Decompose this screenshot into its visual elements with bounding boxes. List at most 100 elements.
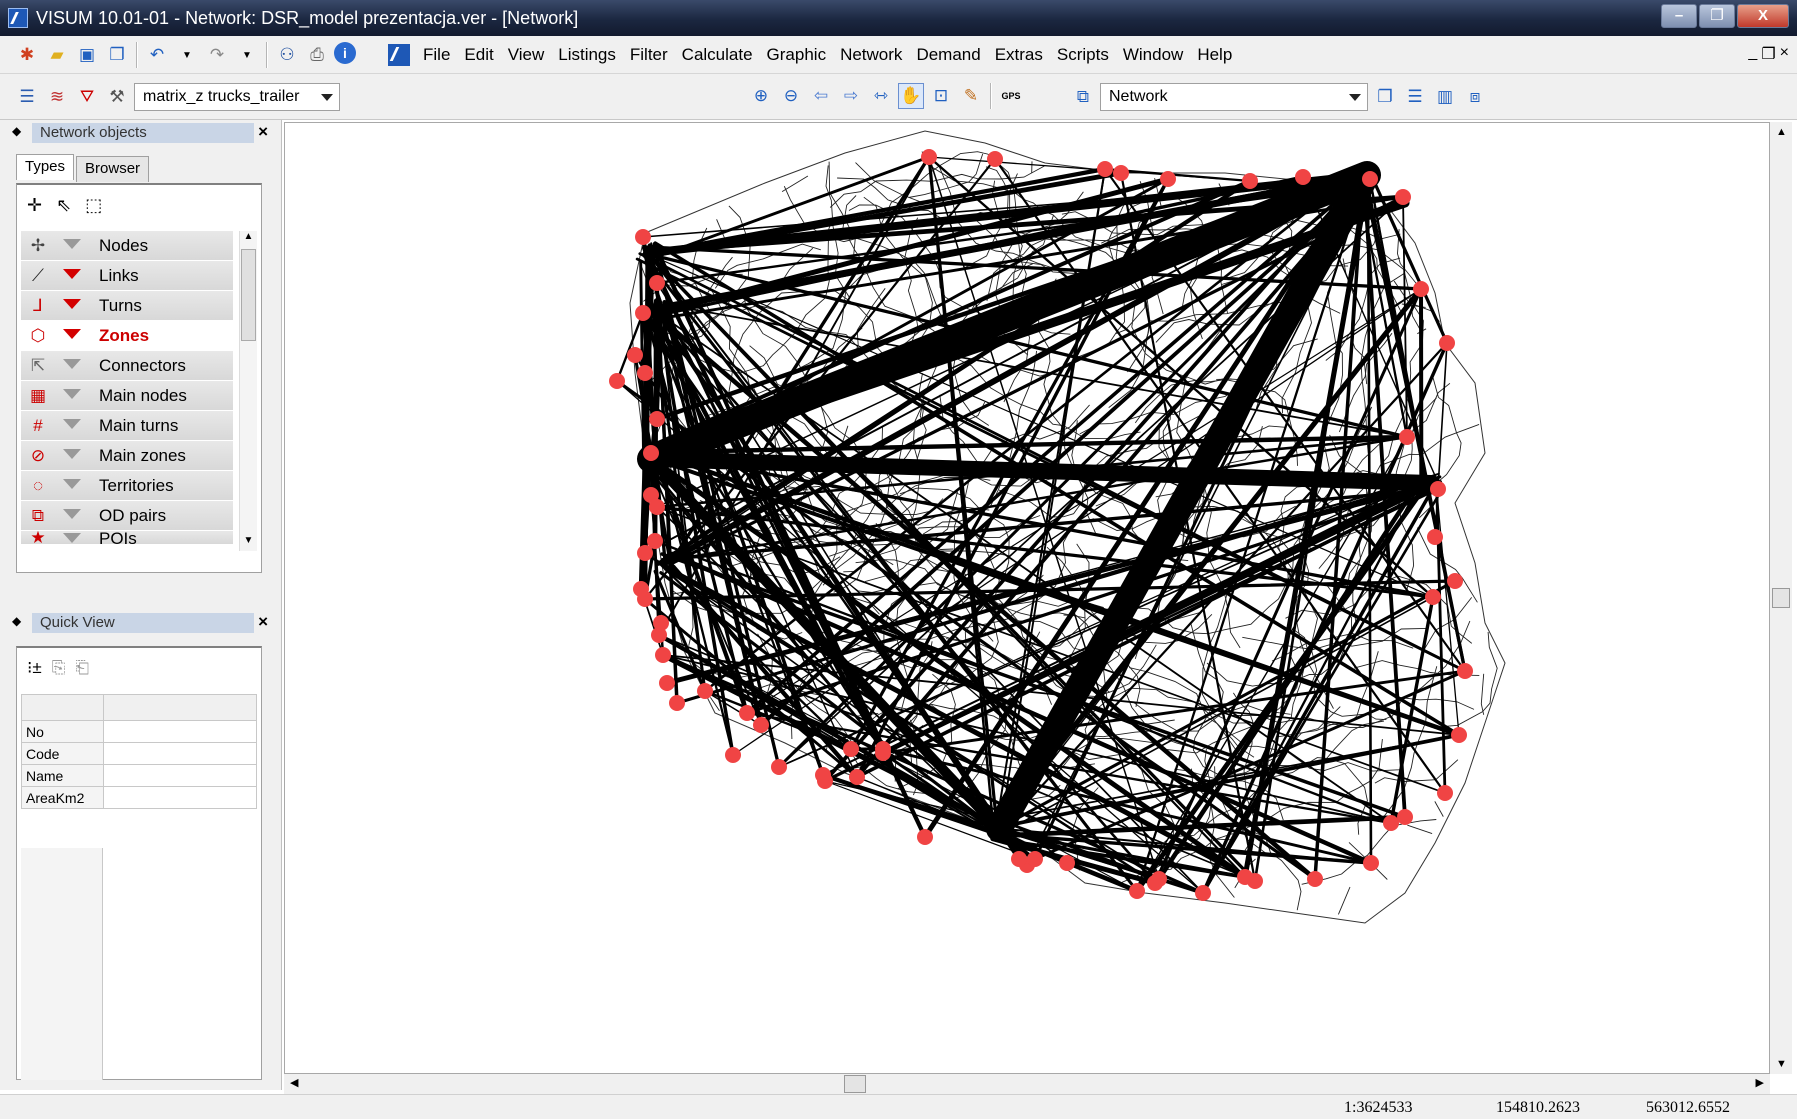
zone-marker[interactable]: [921, 149, 937, 165]
type-pois[interactable]: ★ POIs: [21, 531, 233, 545]
zone-marker[interactable]: [1237, 869, 1253, 885]
insert-cross-icon[interactable]: ✛: [27, 195, 42, 216]
cascade-windows-icon[interactable]: ❐: [1372, 84, 1398, 110]
select-rectangle-icon[interactable]: ⬚: [85, 195, 102, 216]
zone-marker[interactable]: [669, 695, 685, 711]
filter-icon[interactable]: [63, 479, 81, 489]
scroll-thumb[interactable]: [241, 249, 256, 341]
flow-bar[interactable]: [1402, 196, 1408, 438]
zone-marker[interactable]: [1451, 727, 1467, 743]
undo-dropdown-icon[interactable]: ▼: [174, 42, 200, 68]
filter-icon[interactable]: [63, 239, 81, 249]
zone-marker[interactable]: [647, 533, 663, 549]
scroll-thumb[interactable]: [1772, 588, 1790, 608]
filter-icon[interactable]: [63, 449, 81, 459]
menu-demand[interactable]: Demand: [909, 42, 987, 68]
zone-marker[interactable]: [739, 705, 755, 721]
zone-marker[interactable]: [643, 487, 659, 503]
zoom-in-icon[interactable]: ⊕: [748, 83, 774, 109]
filter-icon[interactable]: [63, 419, 81, 429]
zone-marker[interactable]: [1457, 663, 1473, 679]
mdi-minimize-button[interactable]: _: [1748, 44, 1757, 64]
zone-marker[interactable]: [1129, 883, 1145, 899]
zone-marker[interactable]: [725, 747, 741, 763]
info-icon[interactable]: i: [334, 42, 356, 64]
zone-marker[interactable]: [1427, 529, 1443, 545]
zone-marker[interactable]: [1413, 281, 1429, 297]
zone-marker[interactable]: [1147, 875, 1163, 891]
zone-marker[interactable]: [697, 683, 713, 699]
type-connectors[interactable]: ⇱ Connectors: [21, 351, 233, 381]
zone-marker[interactable]: [643, 445, 659, 461]
filter-icon[interactable]: [63, 509, 81, 519]
print-icon[interactable]: ⎙: [304, 42, 330, 68]
table-row[interactable]: AreaKm2: [21, 786, 257, 809]
select-pointer-icon[interactable]: ⇖: [56, 195, 71, 216]
menu-calculate[interactable]: Calculate: [675, 42, 760, 68]
next-view-icon[interactable]: ⇨: [838, 83, 864, 109]
zone-marker[interactable]: [815, 767, 831, 783]
map-horizontal-scrollbar[interactable]: ◀ ▶: [284, 1074, 1770, 1094]
filter-icon[interactable]: [63, 299, 81, 309]
zone-marker[interactable]: [1383, 815, 1399, 831]
tile-vertical-icon[interactable]: ▥: [1432, 84, 1458, 110]
menu-edit[interactable]: Edit: [457, 42, 500, 68]
open-folder-icon[interactable]: ▰: [44, 42, 70, 68]
menu-graphic[interactable]: Graphic: [760, 42, 834, 68]
tile-horizontal-icon[interactable]: ☰: [1402, 84, 1428, 110]
zone-marker[interactable]: [1395, 189, 1411, 205]
scroll-down-icon[interactable]: ▼: [240, 535, 257, 551]
map-vertical-scrollbar[interactable]: ▲ ▼: [1770, 122, 1792, 1074]
zone-marker[interactable]: [635, 305, 651, 321]
menu-network[interactable]: Network: [833, 42, 909, 68]
mdi-close-button[interactable]: ×: [1780, 44, 1789, 64]
menu-view[interactable]: View: [501, 42, 552, 68]
zone-marker[interactable]: [653, 615, 669, 631]
type-zones[interactable]: ⬡ Zones: [21, 321, 233, 351]
zone-marker[interactable]: [875, 741, 891, 757]
type-turns[interactable]: ⅃ Turns: [21, 291, 233, 321]
redo-icon[interactable]: ↷: [204, 42, 230, 68]
filter-icon[interactable]: [63, 329, 81, 339]
types-scrollbar[interactable]: ▲ ▼: [239, 231, 257, 551]
table-row[interactable]: Code: [21, 742, 257, 765]
zone-marker[interactable]: [1059, 855, 1075, 871]
zone-marker[interactable]: [1011, 851, 1027, 867]
view-manager-icon[interactable]: ⧉: [1070, 84, 1096, 110]
pin-icon[interactable]: ◆: [12, 614, 21, 628]
zone-marker[interactable]: [849, 769, 865, 785]
menu-file[interactable]: File: [416, 42, 457, 68]
scroll-thumb[interactable]: [844, 1075, 866, 1093]
network-window-icon[interactable]: [388, 44, 410, 66]
table-row[interactable]: Name: [21, 764, 257, 787]
edit-pencil-icon[interactable]: ✎: [958, 83, 984, 109]
view-select[interactable]: Network: [1100, 83, 1368, 111]
minimize-button[interactable]: –: [1661, 4, 1697, 28]
zone-marker[interactable]: [1097, 161, 1113, 177]
zone-marker[interactable]: [1399, 429, 1415, 445]
scroll-right-icon[interactable]: ▶: [1756, 1076, 1764, 1089]
zone-marker[interactable]: [637, 365, 653, 381]
zone-marker[interactable]: [1307, 871, 1323, 887]
type-territories[interactable]: ◌ Territories: [21, 471, 233, 501]
network-map[interactable]: [285, 123, 1770, 1074]
paste-icon[interactable]: ⎗: [75, 658, 89, 678]
previous-view-icon[interactable]: ⇦: [808, 83, 834, 109]
zone-marker[interactable]: [1295, 169, 1311, 185]
type-main-nodes[interactable]: ▦ Main nodes: [21, 381, 233, 411]
layers-icon[interactable]: ≋: [44, 84, 70, 110]
save-icon[interactable]: ▣: [74, 42, 100, 68]
tab-browser[interactable]: Browser: [76, 156, 150, 182]
copy-icon[interactable]: ⎘: [52, 658, 66, 678]
menu-extras[interactable]: Extras: [988, 42, 1050, 68]
redo-dropdown-icon[interactable]: ▼: [234, 42, 260, 68]
binoculars-icon[interactable]: ⚇: [274, 42, 300, 68]
zone-marker[interactable]: [1397, 809, 1413, 825]
zone-marker[interactable]: [627, 347, 643, 363]
zone-marker[interactable]: [649, 411, 665, 427]
zone-marker[interactable]: [1195, 885, 1211, 901]
pan-hand-icon[interactable]: ✋: [898, 83, 924, 109]
gps-icon[interactable]: GPS: [998, 83, 1024, 109]
menu-scripts[interactable]: Scripts: [1050, 42, 1116, 68]
zone-marker[interactable]: [1447, 573, 1463, 589]
